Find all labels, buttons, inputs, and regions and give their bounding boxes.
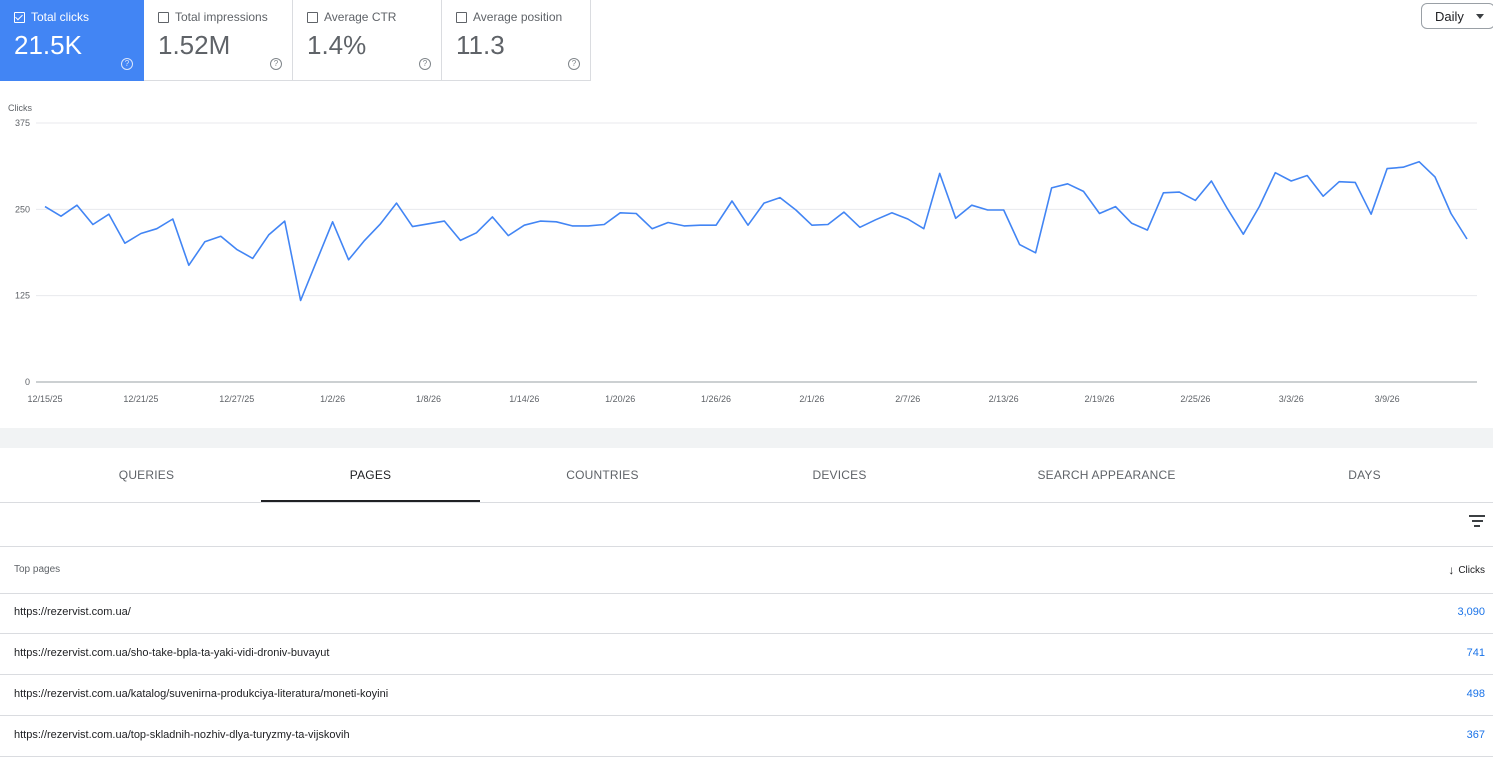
metric-card-total-clicks[interactable]: Total clicks 21.5K ? xyxy=(0,0,144,81)
x-tick-label: 1/14/26 xyxy=(509,394,539,404)
arrow-down-icon: ↓ xyxy=(1448,563,1455,577)
checkbox-checked-icon[interactable] xyxy=(14,11,25,23)
y-tick-label: 0 xyxy=(25,377,30,387)
y-tick-label: 250 xyxy=(15,204,30,214)
table-row[interactable]: https://rezervist.com.ua/top-skladnih-no… xyxy=(0,716,1493,757)
table-row[interactable]: https://rezervist.com.ua/ 3,090 xyxy=(0,593,1493,634)
page-url[interactable]: https://rezervist.com.ua/ xyxy=(14,606,131,618)
checkbox-icon[interactable] xyxy=(456,11,467,23)
metric-card-average-position[interactable]: Average position 11.3 ? xyxy=(442,0,591,81)
period-label: Daily xyxy=(1435,8,1464,24)
column-header-clicks[interactable]: ↓ Clicks xyxy=(1448,563,1485,577)
x-tick-label: 2/19/26 xyxy=(1085,394,1115,404)
checkbox-icon[interactable] xyxy=(158,11,169,23)
tab-countries[interactable]: COUNTRIES xyxy=(493,448,712,501)
x-tick-label: 1/2/26 xyxy=(320,394,345,404)
tab-queries[interactable]: QUERIES xyxy=(40,448,253,501)
clicks-value: 3,090 xyxy=(1457,606,1485,618)
checkbox-icon[interactable] xyxy=(307,11,318,23)
clicks-value: 498 xyxy=(1466,688,1485,700)
help-icon[interactable]: ? xyxy=(419,58,431,70)
metric-value: 1.4% xyxy=(307,30,367,60)
caret-down-icon xyxy=(1476,14,1484,19)
page-url[interactable]: https://rezervist.com.ua/sho-take-bpla-t… xyxy=(14,647,329,659)
help-icon[interactable]: ? xyxy=(568,58,580,70)
page-url[interactable]: https://rezervist.com.ua/katalog/suvenir… xyxy=(14,688,388,700)
x-tick-label: 3/9/26 xyxy=(1375,394,1400,404)
metric-header: Average position xyxy=(456,10,562,24)
metric-value: 21.5K xyxy=(14,30,82,60)
metric-header: Total clicks xyxy=(14,10,89,24)
column-header-top-pages: Top pages xyxy=(14,564,61,575)
section-divider xyxy=(0,428,1493,448)
y-tick-label: 375 xyxy=(15,118,30,128)
x-tick-label: 12/15/25 xyxy=(27,394,62,404)
x-tick-label: 12/21/25 xyxy=(123,394,158,404)
metric-label: Average position xyxy=(473,10,563,24)
x-tick-label: 1/20/26 xyxy=(605,394,635,404)
x-tick-label: 12/27/25 xyxy=(219,394,254,404)
metric-card-average-ctr[interactable]: Average CTR 1.4% ? xyxy=(293,0,442,81)
x-tick-label: 1/8/26 xyxy=(416,394,441,404)
metric-label: Total clicks xyxy=(31,10,90,24)
x-tick-label: 2/25/26 xyxy=(1180,394,1210,404)
clicks-chart[interactable]: Clicks 0 125 250 375 12/15/25 12/21/25 12/27/25… xyxy=(0,95,1493,415)
tab-devices[interactable]: DEVICES xyxy=(730,448,949,501)
metric-value: 11.3 xyxy=(456,30,505,60)
clicks-value: 741 xyxy=(1466,647,1485,659)
dimension-tabs: QUERIES PAGES COUNTRIES DEVICES SEARCH A… xyxy=(0,448,1493,503)
clicks-series-line xyxy=(44,160,1468,302)
filter-icon[interactable] xyxy=(1469,515,1485,529)
y-axis-label: Clicks xyxy=(8,103,32,113)
table-row[interactable]: https://rezervist.com.ua/katalog/suvenir… xyxy=(0,675,1493,716)
metric-value: 1.52M xyxy=(158,30,231,60)
help-icon[interactable]: ? xyxy=(270,58,282,70)
page-url[interactable]: https://rezervist.com.ua/top-skladnih-no… xyxy=(14,729,350,741)
x-tick-label: 1/26/26 xyxy=(701,394,731,404)
period-dropdown[interactable]: Daily xyxy=(1421,3,1493,29)
table-header: Top pages ↓ Clicks xyxy=(0,546,1493,594)
table-row[interactable]: https://rezervist.com.ua/sho-take-bpla-t… xyxy=(0,634,1493,675)
metric-header: Average CTR xyxy=(307,10,396,24)
clicks-value: 367 xyxy=(1466,729,1485,741)
x-tick-label: 2/13/26 xyxy=(989,394,1019,404)
tab-search-appearance[interactable]: SEARCH APPEARANCE xyxy=(997,448,1216,501)
tab-days[interactable]: DAYS xyxy=(1255,448,1474,501)
x-tick-label: 2/7/26 xyxy=(895,394,920,404)
x-tick-label: 3/3/26 xyxy=(1279,394,1304,404)
y-tick-label: 125 xyxy=(15,291,30,301)
sort-column-label: Clicks xyxy=(1458,564,1485,576)
help-icon[interactable]: ? xyxy=(121,58,133,70)
x-tick-label: 2/1/26 xyxy=(799,394,824,404)
table-toolbar xyxy=(0,502,1493,547)
metric-label: Total impressions xyxy=(175,10,268,24)
metric-header: Total impressions xyxy=(158,10,268,24)
metric-label: Average CTR xyxy=(324,10,397,24)
metric-card-total-impressions[interactable]: Total impressions 1.52M ? xyxy=(144,0,293,81)
tab-pages[interactable]: PAGES xyxy=(261,448,480,502)
